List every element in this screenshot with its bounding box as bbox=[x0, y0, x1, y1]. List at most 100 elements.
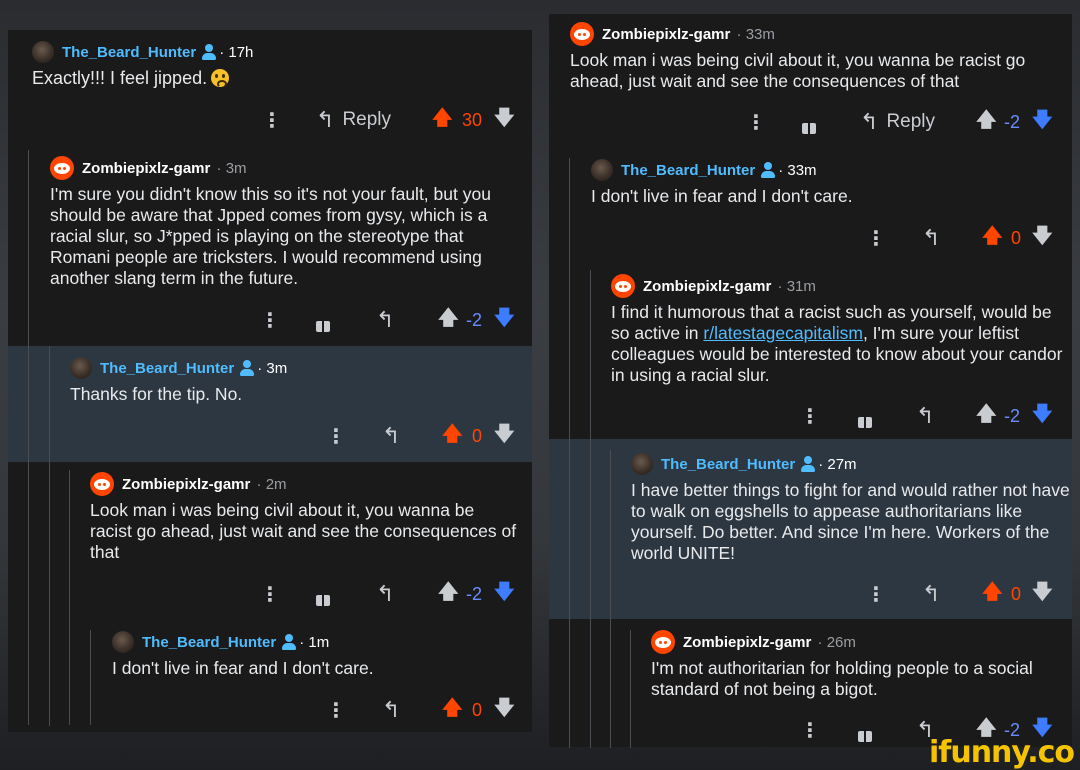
timestamp-value: 1m bbox=[308, 633, 330, 651]
user-profile-icon bbox=[201, 44, 217, 60]
timestamp-value: 17h bbox=[228, 43, 254, 61]
comment: The_Beard_Hunter · 1m I don't live in fe… bbox=[112, 630, 522, 679]
comment-body: I have better things to fight for and wo… bbox=[631, 480, 1070, 563]
downvote-arrow-icon[interactable]: 🡇 bbox=[1032, 225, 1053, 250]
user-profile-icon bbox=[760, 162, 776, 178]
downvote-arrow-icon[interactable]: 🡇 bbox=[1032, 109, 1053, 134]
snoo-avatar-icon[interactable] bbox=[570, 22, 594, 46]
gift-icon[interactable] bbox=[858, 728, 872, 742]
avatar[interactable] bbox=[591, 159, 613, 181]
user-profile-icon bbox=[239, 360, 255, 376]
timestamp-value: 3m bbox=[266, 359, 288, 377]
avatar[interactable] bbox=[70, 357, 92, 379]
comment-actions: ⋮ ↰ 🡅 -2 🡇 bbox=[0, 307, 530, 332]
username[interactable]: Zombiepixlz-gamr bbox=[643, 278, 771, 295]
more-vert-icon[interactable]: ⋮ bbox=[746, 110, 766, 134]
comment-body: Look man i was being civil about it, you… bbox=[570, 50, 1026, 91]
comment-body: I'm not authoritarian for holding people… bbox=[651, 658, 1033, 699]
comment-actions: ⋮ ↰ 🡅 0 🡇 bbox=[0, 225, 1075, 250]
gift-icon[interactable] bbox=[802, 120, 816, 134]
timestamp: · 33m bbox=[778, 161, 817, 179]
downvote-arrow-icon[interactable]: 🡇 bbox=[494, 307, 515, 332]
gift-icon[interactable] bbox=[316, 318, 330, 332]
comment: Zombiepixlz-gamr · 33m Look man i was be… bbox=[570, 22, 1060, 92]
thread-line bbox=[590, 270, 591, 748]
timestamp: · 27m bbox=[818, 455, 857, 473]
timestamp-value: 26m bbox=[826, 633, 856, 651]
downvote-arrow-icon[interactable]: 🡇 bbox=[1032, 403, 1053, 428]
comment: Zombiepixlz-gamr · 3m I'm sure you didn'… bbox=[50, 156, 520, 289]
avatar[interactable] bbox=[631, 453, 653, 475]
vote-score: -2 bbox=[1004, 405, 1021, 426]
reply-arrow-icon[interactable]: ↰ bbox=[922, 225, 940, 250]
reply-arrow-icon[interactable]: ↰ bbox=[376, 307, 394, 332]
avatar[interactable] bbox=[112, 631, 134, 653]
timestamp: · 33m bbox=[732, 25, 775, 43]
comment-body: Thanks for the tip. No. bbox=[70, 384, 243, 404]
timestamp: · 31m bbox=[773, 277, 816, 295]
reply-arrow-icon[interactable]: ↰ bbox=[922, 581, 940, 606]
timestamp: · 3m bbox=[212, 159, 247, 177]
vote-score: -2 bbox=[1004, 111, 1021, 132]
user-profile-icon bbox=[281, 634, 297, 650]
watermark: ifunny.co bbox=[929, 735, 1075, 770]
timestamp: · 26m bbox=[813, 633, 856, 651]
comment: The_Beard_Hunter · 27m I have better thi… bbox=[631, 452, 1071, 564]
gift-icon[interactable] bbox=[858, 414, 872, 428]
username[interactable]: The_Beard_Hunter bbox=[661, 456, 795, 473]
comment: The_Beard_Hunter · 33m I don't live in f… bbox=[591, 158, 1061, 207]
upvote-arrow-icon[interactable]: 🡅 bbox=[982, 225, 1003, 250]
snoo-avatar-icon[interactable] bbox=[50, 156, 74, 180]
more-vert-icon[interactable]: ⋮ bbox=[800, 718, 820, 742]
upvote-arrow-icon[interactable]: 🡅 bbox=[438, 307, 459, 332]
comment: Zombiepixlz-gamr · 26m I'm not authorita… bbox=[651, 630, 1071, 700]
user-profile-icon bbox=[800, 456, 816, 472]
upvote-arrow-icon[interactable]: 🡅 bbox=[982, 581, 1003, 606]
reply-label: Reply bbox=[886, 111, 936, 132]
snoo-avatar-icon[interactable] bbox=[611, 274, 635, 298]
comment-body: I find it humorous that a racist such as… bbox=[611, 302, 1066, 386]
comment: Zombiepixlz-gamr · 2m Look man i was bei… bbox=[90, 472, 520, 563]
username[interactable]: The_Beard_Hunter bbox=[142, 634, 276, 651]
timestamp-value: 31m bbox=[786, 277, 816, 295]
timestamp-value: 3m bbox=[225, 159, 247, 177]
upvote-arrow-icon[interactable]: 🡅 bbox=[976, 109, 997, 134]
timestamp: · 1m bbox=[299, 633, 330, 651]
comment-body: I don't live in fear and I don't care. bbox=[112, 658, 374, 678]
reply-arrow-icon: ↰ bbox=[860, 109, 879, 134]
username[interactable]: The_Beard_Hunter bbox=[621, 162, 755, 179]
reply-arrow-icon[interactable]: ↰ bbox=[916, 403, 934, 428]
username[interactable]: The_Beard_Hunter bbox=[62, 44, 196, 61]
vote-score: 0 bbox=[1011, 583, 1022, 604]
username[interactable]: The_Beard_Hunter bbox=[100, 360, 234, 377]
comment-body: I don't live in fear and I don't care. bbox=[591, 186, 853, 206]
more-vert-icon[interactable]: ⋮ bbox=[866, 582, 886, 606]
upvote-arrow-icon[interactable]: 🡅 bbox=[976, 403, 997, 428]
more-vert-icon[interactable]: ⋮ bbox=[866, 226, 886, 250]
timestamp-value: 33m bbox=[745, 25, 775, 43]
comment-actions: ⋮ ↰ 🡅 -2 🡇 bbox=[0, 717, 1075, 742]
frowning-emoji-icon bbox=[211, 69, 230, 88]
username[interactable]: Zombiepixlz-gamr bbox=[82, 160, 210, 177]
snoo-avatar-icon[interactable] bbox=[651, 630, 675, 654]
timestamp-value: 2m bbox=[265, 475, 287, 493]
comment-text: Exactly!!! I feel jipped. bbox=[32, 68, 208, 88]
timestamp: · 17h bbox=[219, 43, 254, 61]
downvote-arrow-icon[interactable]: 🡇 bbox=[1032, 581, 1053, 606]
comment: The_Beard_Hunter · 17h Exactly!!! I feel… bbox=[32, 40, 522, 89]
username[interactable]: Zombiepixlz-gamr bbox=[683, 634, 811, 651]
username[interactable]: Zombiepixlz-gamr bbox=[122, 476, 250, 493]
subreddit-link[interactable]: r/latestagecapitalism bbox=[703, 323, 863, 343]
username[interactable]: Zombiepixlz-gamr bbox=[602, 26, 730, 43]
comment-actions: ⋮ ↰ 🡅 -2 🡇 bbox=[0, 403, 1075, 428]
timestamp-value: 27m bbox=[827, 455, 857, 473]
reply-button[interactable]: ↰ Reply bbox=[860, 109, 936, 134]
comment-actions: ⋮ ↰ Reply 🡅 -2 🡇 bbox=[0, 109, 1075, 134]
more-vert-icon[interactable]: ⋮ bbox=[800, 404, 820, 428]
avatar[interactable] bbox=[32, 41, 54, 63]
thread-line bbox=[49, 346, 50, 726]
comment-body: Look man i was being civil about it, you… bbox=[90, 500, 517, 562]
snoo-avatar-icon[interactable] bbox=[90, 472, 114, 496]
more-vert-icon[interactable]: ⋮ bbox=[260, 308, 280, 332]
comment-actions: ⋮ ↰ 🡅 0 🡇 bbox=[0, 581, 1075, 606]
